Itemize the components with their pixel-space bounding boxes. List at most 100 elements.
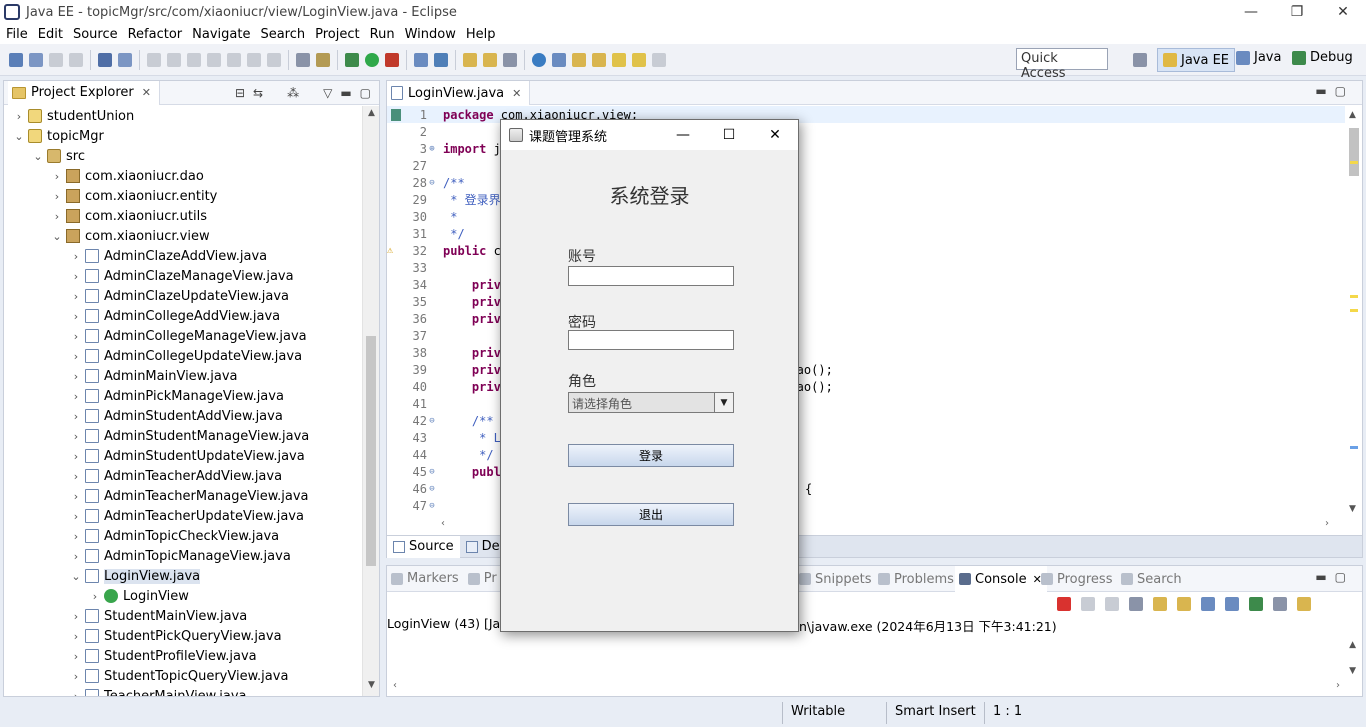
step-over-icon[interactable] [247,52,261,67]
prev-annotation-icon[interactable] [592,52,606,67]
chevron-right-icon[interactable]: › [69,490,83,503]
link-editor-icon[interactable]: ⇆ [253,86,263,100]
tree-item[interactable]: › AdminClazeManageView.java [4,266,362,286]
chevron-right-icon[interactable]: › [69,310,83,323]
open-console-icon[interactable] [1297,597,1311,611]
minimize-button[interactable]: — [1228,0,1274,24]
fold-icon[interactable]: ⊖ [427,467,437,477]
close-tab-icon[interactable]: ✕ [142,86,151,99]
scroll-up-icon[interactable]: ▲ [1349,640,1356,650]
tree-item[interactable]: ⌄ com.xiaoniucr.view [4,226,362,246]
tree-item[interactable]: › AdminPickManageView.java [4,386,362,406]
chevron-down-icon[interactable]: ⌄ [12,130,26,143]
chevron-right-icon[interactable]: › [69,290,83,303]
chevron-right-icon[interactable]: › [69,550,83,563]
tree-item[interactable]: › com.xiaoniucr.dao [4,166,362,186]
chevron-right-icon[interactable]: › [50,210,64,223]
menu-source[interactable]: Source [68,27,123,42]
occurrence-marker[interactable] [1350,446,1358,449]
dialog-close-button[interactable]: ✕ [752,120,798,150]
chevron-right-icon[interactable]: › [69,410,83,423]
chevron-right-icon[interactable]: › [69,450,83,463]
close-button[interactable]: ✕ [1320,0,1366,24]
tab-problems[interactable]: Problems [874,566,959,592]
run-last-tool-icon[interactable] [385,52,399,67]
tree-item[interactable]: › StudentTopicQueryView.java [4,666,362,686]
chevron-right-icon[interactable]: › [69,270,83,283]
chevron-right-icon[interactable]: › [50,170,64,183]
forward-icon[interactable] [652,52,666,67]
run-icon[interactable] [365,52,379,67]
tree-item[interactable]: › AdminClazeAddView.java [4,246,362,266]
tab-source[interactable]: Source [387,535,460,558]
tab-search[interactable]: Search [1117,566,1187,592]
debug-icon[interactable] [345,52,359,67]
fold-icon[interactable]: ⊖ [427,416,437,426]
menu-run[interactable]: Run [365,27,400,42]
warning-marker[interactable] [1350,309,1358,312]
back-icon[interactable] [632,52,646,67]
tab-markers[interactable]: Markers [387,571,464,586]
open-resource-icon[interactable] [483,52,497,67]
resume-icon[interactable] [147,52,161,67]
tree-item[interactable]: › AdminTopicManageView.java [4,546,362,566]
fold-icon[interactable]: ⊖ [427,484,437,494]
dialog-maximize-button[interactable]: ☐ [706,120,752,150]
tree-item[interactable]: ⌄ LoginView.java [4,566,362,586]
chevron-right-icon[interactable]: › [69,650,83,663]
scroll-right-icon[interactable]: › [1325,518,1329,529]
word-wrap-icon[interactable] [1177,597,1191,611]
perspective-debug[interactable]: Debug [1292,50,1353,65]
menu-help[interactable]: Help [461,27,501,42]
annotation-icon[interactable] [552,52,566,67]
menu-window[interactable]: Window [400,27,461,42]
chevron-right-icon[interactable]: › [69,470,83,483]
quick-access-input[interactable]: Quick Access [1016,48,1108,81]
explorer-scrollbar[interactable]: ▲ ▼ [362,106,379,696]
scroll-right-icon[interactable]: › [1336,680,1340,691]
login-button[interactable]: 登录 [568,444,734,467]
tree-item[interactable]: › AdminClazeUpdateView.java [4,286,362,306]
scroll-left-icon[interactable]: ‹ [393,680,397,691]
save-icon[interactable] [49,52,63,67]
tree-item[interactable]: › AdminTeacherUpdateView.java [4,506,362,526]
tree-item[interactable]: › AdminMainView.java [4,366,362,386]
tab-project-explorer[interactable]: Project Explorer ✕ [8,80,160,105]
tree-item[interactable]: › AdminTopicCheckView.java [4,526,362,546]
fold-icon[interactable]: ⊕ [427,144,437,154]
tree-item[interactable]: › AdminStudentUpdateView.java [4,446,362,466]
menu-refactor[interactable]: Refactor [123,27,188,42]
step-into-icon[interactable] [227,52,241,67]
clear-console-icon[interactable] [1129,597,1143,611]
status-insert-mode[interactable]: Smart Insert [895,704,976,719]
chevron-right-icon[interactable]: › [69,250,83,263]
menu-file[interactable]: File [0,27,33,42]
chevron-right-icon[interactable]: › [88,590,102,603]
menu-navigate[interactable]: Navigate [187,27,255,42]
show-on-error-icon[interactable] [1225,597,1239,611]
tree-item[interactable]: › AdminTeacherManageView.java [4,486,362,506]
chevron-right-icon[interactable]: › [69,530,83,543]
chevron-right-icon[interactable]: › [50,190,64,203]
format-icon[interactable] [316,52,330,67]
disconnect-icon[interactable] [207,52,221,67]
exit-button[interactable]: 退出 [568,503,734,526]
tree-item[interactable]: › studentUnion [4,106,362,126]
suspend-icon[interactable] [167,52,181,67]
menu-search[interactable]: Search [255,27,310,42]
terminal-icon[interactable] [98,52,112,67]
scroll-lock-icon[interactable] [1153,597,1167,611]
next-annotation-icon[interactable] [572,52,586,67]
close-tab-icon[interactable]: ✕ [512,87,521,100]
remove-launch-icon[interactable] [1081,597,1095,611]
chevron-right-icon[interactable]: › [69,510,83,523]
remove-all-icon[interactable] [1105,597,1119,611]
fold-icon[interactable]: ⊖ [427,178,437,188]
skip-breakpoints-icon[interactable] [118,52,132,67]
scroll-down-icon[interactable]: ▼ [1349,666,1356,676]
chevron-right-icon[interactable]: › [69,690,83,697]
scroll-up-icon[interactable]: ▲ [1349,110,1356,120]
chevron-right-icon[interactable]: › [12,110,26,123]
new-server-icon[interactable] [414,52,428,67]
scroll-up-icon[interactable]: ▲ [363,108,380,122]
